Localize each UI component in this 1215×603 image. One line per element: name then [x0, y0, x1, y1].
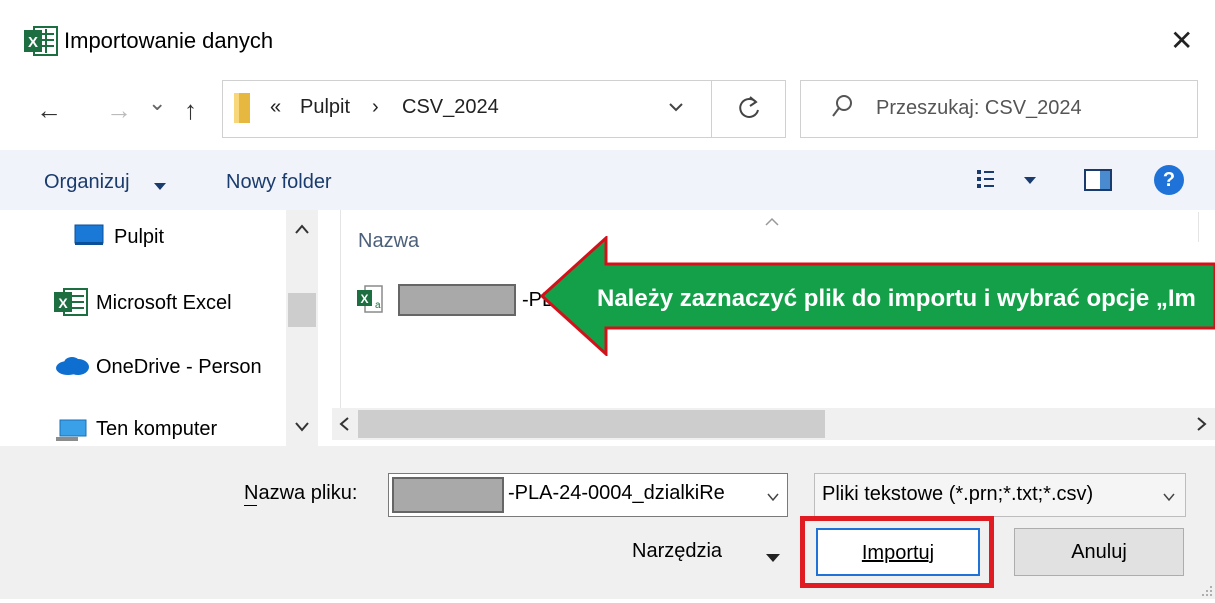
window-title: Importowanie danych [64, 28, 274, 53]
computer-icon [54, 418, 88, 449]
import-button[interactable]: Importuj [816, 528, 980, 576]
filename-value[interactable]: -PLA-24-0004_dzialkiRe [508, 482, 725, 505]
search-icon [830, 93, 854, 124]
navigation-scroll-thumb[interactable] [288, 293, 316, 327]
up-arrow-icon[interactable]: ↑ [184, 95, 197, 126]
resize-grip-icon[interactable] [1200, 584, 1214, 603]
csv-file-icon: Xa [356, 284, 384, 319]
pane-divider [340, 210, 341, 408]
scroll-down-icon[interactable] [294, 420, 310, 438]
desktop-icon [74, 224, 104, 251]
forward-arrow-icon[interactable]: → [106, 95, 132, 126]
svg-text:X: X [28, 34, 38, 51]
filename-dropdown-icon[interactable] [766, 489, 780, 507]
excel-icon: X [54, 288, 88, 321]
back-arrow-icon[interactable]: ← [36, 95, 62, 126]
organize-button[interactable]: Organizuj [44, 171, 130, 194]
refresh-icon [736, 94, 762, 127]
address-chevrons[interactable]: « [270, 96, 281, 119]
redacted-filename-input-block [392, 477, 504, 513]
breadcrumb-separator: › [372, 96, 379, 118]
sidebar-item-microsoft-excel[interactable]: Microsoft Excel [96, 292, 232, 315]
onedrive-icon [54, 356, 90, 381]
search-placeholder: Przeszukaj: CSV_2024 [876, 97, 1082, 119]
filetype-value: Pliki tekstowe (*.prn;*.txt;*.csv) [822, 483, 1094, 505]
navigation-vertical-scrollbar[interactable] [286, 210, 318, 446]
tools-dropdown-icon[interactable] [766, 549, 780, 567]
dialog-footer [0, 446, 1215, 599]
filename-mnemonic-underline [244, 505, 257, 506]
scroll-right-icon[interactable] [1196, 416, 1208, 437]
column-header-name[interactable]: Nazwa [358, 230, 419, 253]
horizontal-scroll-thumb[interactable] [358, 410, 825, 438]
breadcrumb-pulpit[interactable]: Pulpit [300, 96, 350, 119]
annotation-text: Należy zaznaczyć plik do importu i wybra… [597, 285, 1196, 312]
view-options-icon[interactable] [976, 166, 1036, 199]
address-dropdown-icon[interactable] [668, 100, 684, 118]
tools-button[interactable]: Narzędzia [632, 540, 722, 563]
scroll-up-icon[interactable] [294, 222, 310, 240]
excel-icon: X [24, 26, 58, 56]
folder-icon [232, 93, 252, 128]
sort-ascending-icon [764, 214, 780, 232]
cancel-button[interactable]: Anuluj [1014, 528, 1184, 576]
close-icon[interactable]: ✕ [1170, 24, 1193, 57]
organize-dropdown-icon[interactable] [154, 178, 166, 196]
filetype-dropdown-icon[interactable] [1162, 489, 1176, 507]
new-folder-button[interactable]: Nowy folder [226, 171, 332, 194]
redacted-filename-block [398, 284, 516, 316]
breadcrumb-csv-2024[interactable]: CSV_2024 [402, 96, 499, 119]
filename-label: Nazwa pliku: [244, 482, 358, 504]
svg-text:a: a [375, 300, 381, 311]
help-icon[interactable]: ? [1154, 165, 1184, 195]
sidebar-item-pulpit[interactable]: Pulpit [114, 226, 164, 249]
svg-text:X: X [58, 295, 68, 311]
sidebar-item-ten-komputer[interactable]: Ten komputer [96, 418, 217, 441]
sidebar-item-onedrive[interactable]: OneDrive - Person [96, 356, 262, 379]
scroll-left-icon[interactable] [338, 416, 350, 437]
recent-locations-chevron-icon[interactable]: ⌄ [148, 90, 166, 116]
preview-pane-icon[interactable] [1084, 168, 1114, 197]
svg-text:X: X [360, 292, 368, 306]
